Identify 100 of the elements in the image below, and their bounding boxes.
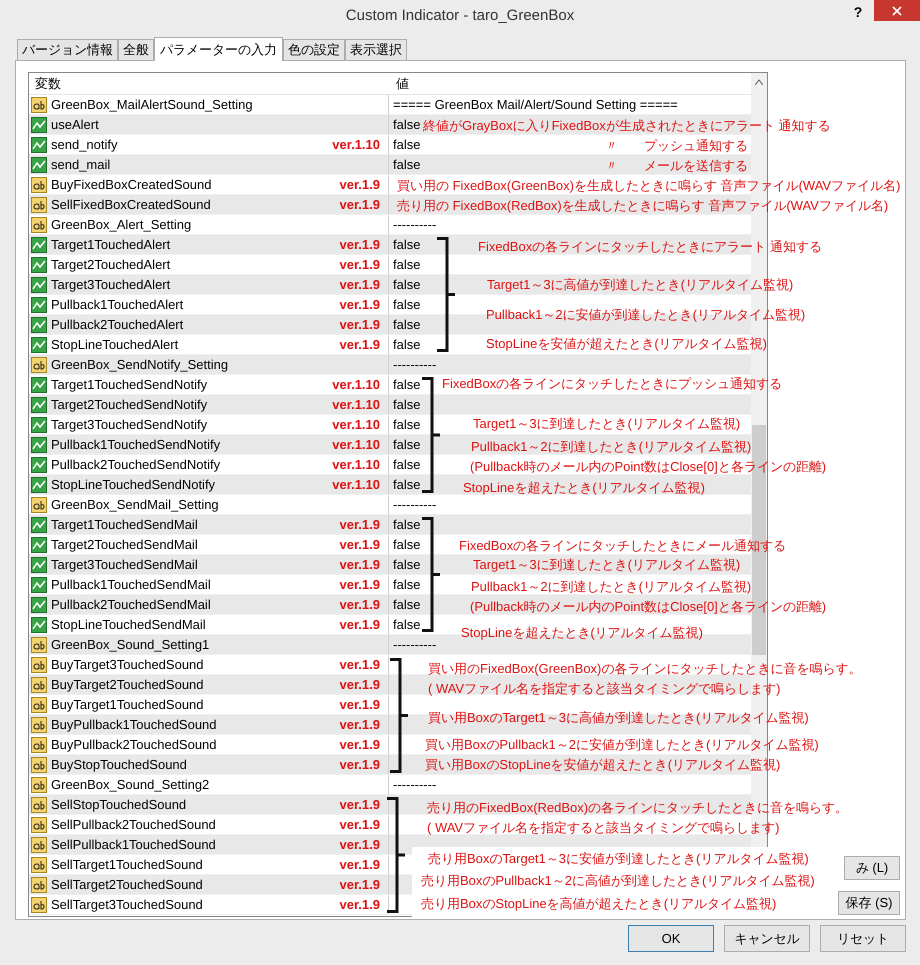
parameter-value: false	[392, 436, 420, 454]
chart-icon	[31, 476, 47, 492]
annotation-text: ( WAVファイル名を指定すると該当タイミングで鳴らします)	[427, 819, 780, 837]
version-note: ver.1.10	[332, 456, 380, 474]
parameter-name: StopLineTouchedSendMail	[51, 616, 206, 634]
tab[interactable]: バージョン情報	[17, 39, 118, 60]
version-note: ver.1.9	[340, 616, 380, 634]
parameter-name: Target2TouchedSendMail	[51, 536, 198, 554]
parameter-name: Target1TouchedSendMail	[51, 516, 198, 534]
parameter-name: StopLineTouchedSendNotify	[51, 476, 216, 494]
text-icon	[31, 896, 47, 912]
parameter-value: false	[392, 556, 420, 574]
parameter-name: SellStopTouchedSound	[51, 796, 186, 814]
parameter-name: BuyPullback1TouchedSound	[51, 716, 217, 734]
version-note: ver.1.9	[340, 236, 380, 254]
version-note: ver.1.9	[340, 716, 380, 734]
parameter-name: BuyTarget1TouchedSound	[51, 696, 204, 714]
tab[interactable]: パラメーターの入力	[154, 37, 283, 61]
chart-icon	[31, 556, 47, 572]
version-note: ver.1.9	[340, 856, 380, 874]
text-icon	[31, 796, 47, 812]
version-note: ver.1.9	[340, 816, 380, 834]
parameter-value: false	[392, 576, 420, 594]
version-note: ver.1.9	[340, 756, 380, 774]
annotation-text: 売り用BoxのStopLineを高値が超えたとき(リアルタイム監視)	[421, 895, 776, 913]
version-note: ver.1.10	[332, 396, 380, 414]
chart-icon	[31, 116, 47, 132]
version-note: ver.1.10	[332, 436, 380, 454]
parameter-value: false	[392, 596, 420, 614]
parameter-name: Pullback2TouchedSendNotify	[51, 456, 220, 474]
version-note: ver.1.9	[340, 536, 380, 554]
text-icon	[31, 776, 47, 792]
parameter-name: Target2TouchedAlert	[51, 256, 170, 274]
version-note: ver.1.9	[340, 576, 380, 594]
text-icon	[31, 636, 47, 652]
text-icon	[31, 676, 47, 692]
parameter-value: false	[392, 156, 420, 174]
tab[interactable]: 色の設定	[283, 39, 345, 60]
annotation-text: 終値がGrayBoxに入りFixedBoxが生成されたときにアラート 通知する	[423, 117, 830, 135]
text-icon	[31, 496, 47, 512]
help-button[interactable]: ?	[850, 2, 866, 23]
dialog-button[interactable]: キャンセル	[724, 925, 810, 952]
side-button[interactable]: 保存 (S)	[838, 891, 900, 915]
annotation-text: Pullback1～2に到達したとき(リアルタイム監視)	[471, 578, 752, 596]
text-icon	[31, 196, 47, 212]
version-note: ver.1.9	[340, 876, 380, 894]
parameter-name: send_mail	[51, 156, 110, 174]
annotation-text: (Pullback時のメール内のPoint数はClose[0]と各ラインの距離)	[470, 458, 826, 476]
annotation-text: FixedBoxの各ラインにタッチしたときにアラート 通知する	[478, 238, 822, 256]
dialog-button[interactable]: OK	[628, 925, 714, 952]
parameter-name: Target3TouchedAlert	[51, 276, 170, 294]
annotation-text: FixedBoxの各ラインにタッチしたときにメール通知する	[459, 537, 786, 555]
parameter-name: Pullback2TouchedSendMail	[51, 596, 211, 614]
tab[interactable]: 全般	[118, 39, 154, 60]
text-icon	[31, 836, 47, 852]
chart-icon	[31, 276, 47, 292]
annotation-text: StopLineを安値が超えたとき(リアルタイム監視)	[486, 335, 767, 353]
parameter-value: false	[392, 416, 420, 434]
annotation-text: Target1～3に到達したとき(リアルタイム監視)	[473, 556, 740, 574]
version-note: ver.1.9	[340, 176, 380, 194]
parameter-value: ----------	[392, 356, 436, 374]
column-header: 値	[395, 74, 409, 93]
text-icon	[31, 756, 47, 772]
version-note: ver.1.9	[340, 196, 380, 214]
text-icon	[31, 176, 47, 192]
text-icon	[31, 736, 47, 752]
parameter-name: Target3TouchedSendNotify	[51, 416, 208, 434]
version-note: ver.1.9	[340, 296, 380, 314]
parameter-value: ----------	[392, 636, 436, 654]
parameter-value: ----------	[392, 496, 436, 514]
parameter-name: GreenBox_Sound_Setting2	[51, 776, 210, 794]
annotation-text: StopLineを超えたとき(リアルタイム監視)	[461, 624, 703, 642]
parameter-name: Target2TouchedSendNotify	[51, 396, 208, 414]
close-button[interactable]	[874, 0, 920, 21]
parameter-name: GreenBox_SendMail_Setting	[51, 496, 219, 514]
parameter-value: false	[392, 296, 420, 314]
text-icon	[31, 876, 47, 892]
parameter-name: Target1TouchedAlert	[51, 236, 170, 254]
version-note: ver.1.10	[332, 416, 380, 434]
window-title: Custom Indicator - taro_GreenBox	[346, 6, 574, 26]
parameter-name: GreenBox_Sound_Setting1	[51, 636, 210, 654]
parameter-name: SellTarget1TouchedSound	[51, 856, 203, 874]
tab[interactable]: 表示選択	[345, 39, 407, 60]
version-note: ver.1.9	[340, 736, 380, 754]
parameter-name: Pullback2TouchedAlert	[51, 316, 184, 334]
version-note: ver.1.9	[340, 896, 380, 914]
parameter-name: Pullback1TouchedSendMail	[51, 576, 211, 594]
dialog-button[interactable]: リセット	[820, 925, 906, 952]
annotation-text: Pullback1～2に到達したとき(リアルタイム監視)	[471, 438, 752, 456]
side-button[interactable]: み (L)	[844, 856, 900, 880]
version-note: ver.1.10	[332, 376, 380, 394]
chart-icon	[31, 156, 47, 172]
version-note: ver.1.9	[340, 596, 380, 614]
annotation-text: (Pullback時のメール内のPoint数はClose[0]と各ラインの距離)	[470, 598, 826, 616]
version-note: ver.1.9	[340, 836, 380, 854]
chart-icon	[31, 316, 47, 332]
parameter-name: SellPullback2TouchedSound	[51, 816, 216, 834]
chart-icon	[31, 236, 47, 252]
text-icon	[31, 816, 47, 832]
annotation-text: 売り用BoxのTarget1～3に安値が到達したとき(リアルタイム監視)	[428, 850, 809, 868]
